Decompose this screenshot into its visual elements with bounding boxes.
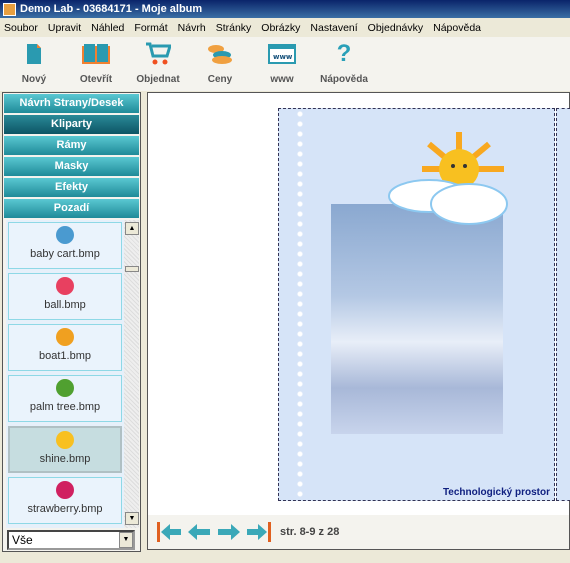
menu-napoveda[interactable]: Nápověda (433, 22, 481, 34)
clipart-name: boat1.bmp (39, 350, 91, 362)
cart-icon (146, 42, 171, 65)
prices-label: Ceny (207, 74, 233, 85)
clipart-item[interactable]: boat1.bmp (8, 324, 122, 371)
boat-thumbnail (56, 328, 74, 346)
filter-value: Vše (12, 533, 33, 547)
sky-photo[interactable] (331, 204, 503, 434)
menu-nastaveni[interactable]: Nastavení (310, 22, 357, 34)
toolbar: Nový Otevřít Objednat Ceny www www ? Nápov… (0, 37, 570, 91)
filter-select[interactable]: Vše ▼ (7, 530, 135, 550)
page-footer-text[interactable]: Technologický prostor (443, 487, 550, 498)
menu-bar: Soubor Upravit Náhled Formát Návrh Strán… (0, 18, 570, 37)
next-page-icon[interactable] (216, 522, 242, 542)
clipart-list: baby cart.bmp ball.bmp boat1.bmp palm tr… (6, 220, 139, 528)
new-document-icon (27, 44, 41, 64)
clipart-name: baby cart.bmp (30, 248, 100, 260)
prices-button[interactable]: Ceny (192, 37, 248, 91)
scroll-thumb[interactable] (125, 266, 139, 272)
album-page-right[interactable] (556, 108, 570, 501)
menu-objednavky[interactable]: Objednávky (368, 22, 423, 34)
open-label: Otevřít (79, 74, 113, 85)
www-icon: www (268, 44, 296, 64)
menu-nahled[interactable]: Náhled (91, 22, 124, 34)
new-label: Nový (21, 74, 47, 85)
menu-format[interactable]: Formát (134, 22, 167, 34)
open-book-icon (82, 44, 110, 64)
sun-cloud-clipart[interactable] (384, 124, 514, 234)
page-info: str. 8-9 z 28 (280, 526, 340, 538)
coins-icon (208, 45, 232, 64)
clipart-name: strawberry.bmp (27, 503, 103, 515)
baby-cart-thumbnail (56, 226, 74, 244)
clipart-name: shine.bmp (39, 453, 91, 465)
menu-stranky[interactable]: Stránky (216, 22, 252, 34)
help-label: Nápověda (320, 74, 368, 85)
svg-text:www: www (273, 53, 293, 61)
www-button[interactable]: www www (254, 37, 310, 91)
clipart-scrollbar[interactable]: ▲ ▼ (124, 220, 139, 528)
clipart-item[interactable]: palm tree.bmp (8, 375, 122, 422)
scroll-down-icon[interactable]: ▼ (125, 512, 139, 525)
last-page-icon[interactable] (246, 522, 272, 542)
chevron-down-icon[interactable]: ▼ (119, 532, 133, 548)
title-bar: Demo Lab - 03684171 - Moje album (0, 0, 570, 18)
clipart-item[interactable]: strawberry.bmp (8, 477, 122, 524)
window-title: Demo Lab - 03684171 - Moje album (20, 3, 203, 15)
album-page[interactable]: Technologický prostor (278, 108, 555, 501)
accordion-backgrounds[interactable]: Pozadí (4, 199, 139, 218)
previous-page-icon[interactable] (186, 522, 212, 542)
clipart-item-selected[interactable]: shine.bmp (8, 426, 122, 473)
open-button[interactable]: Otevřít (68, 37, 124, 91)
help-icon: ? (336, 40, 352, 67)
order-button[interactable]: Objednat (130, 37, 186, 91)
menu-navrh[interactable]: Návrh (178, 22, 206, 34)
strawberry-thumbnail (56, 481, 74, 499)
accordion-cliparts[interactable]: Kliparty (4, 115, 139, 134)
palm-tree-thumbnail (56, 379, 74, 397)
accordion-frames[interactable]: Rámy (4, 136, 139, 155)
menu-obrazky[interactable]: Obrázky (261, 22, 300, 34)
shine-thumbnail (56, 431, 74, 449)
accordion-effects[interactable]: Efekty (4, 178, 139, 197)
new-button[interactable]: Nový (6, 37, 62, 91)
order-label: Objednat (136, 74, 180, 85)
clipart-name: ball.bmp (44, 299, 86, 311)
page-navigation: str. 8-9 z 28 (148, 515, 569, 549)
flower-border-strip (294, 109, 306, 500)
clipart-name: palm tree.bmp (29, 401, 101, 413)
menu-soubor[interactable]: Soubor (4, 22, 38, 34)
app-icon (3, 2, 16, 16)
first-page-icon[interactable] (156, 522, 182, 542)
accordion-page-design[interactable]: Návrh Strany/Desek (4, 94, 139, 113)
clipart-item[interactable]: baby cart.bmp (8, 222, 122, 269)
ball-thumbnail (56, 277, 74, 295)
accordion-masks[interactable]: Masky (4, 157, 139, 176)
left-panel: Návrh Strany/Desek Kliparty Rámy Masky E… (2, 92, 141, 552)
scroll-up-icon[interactable]: ▲ (125, 222, 139, 235)
menu-upravit[interactable]: Upravit (48, 22, 81, 34)
page-canvas: Technologický prostor str. 8-9 z 28 (147, 92, 570, 550)
help-button[interactable]: ? Nápověda (316, 37, 372, 91)
www-label: www (270, 74, 294, 85)
clipart-item[interactable]: ball.bmp (8, 273, 122, 320)
